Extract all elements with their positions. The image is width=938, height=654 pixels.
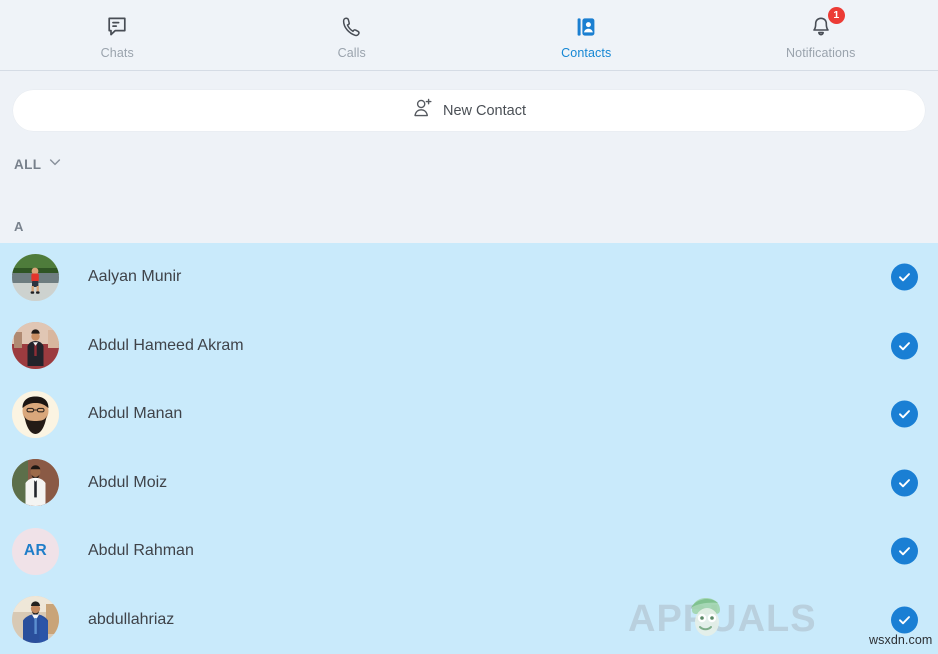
avatar: AR	[12, 527, 59, 575]
contact-row[interactable]: Abdul Moiz	[0, 449, 938, 518]
contact-row[interactable]: Abdul Hameed Akram	[0, 312, 938, 381]
chat-bubble-icon	[105, 14, 129, 40]
contact-select-check[interactable]	[891, 606, 918, 634]
contact-row[interactable]: AR Abdul Rahman	[0, 517, 938, 586]
contact-name: Abdul Manan	[88, 405, 183, 423]
new-contact-button[interactable]: New Contact	[13, 90, 925, 131]
bell-icon: 1	[809, 7, 845, 40]
new-contact-label: New Contact	[442, 102, 526, 119]
nav-tab-chats-label: Chats	[100, 46, 134, 60]
notifications-badge: 1	[827, 7, 845, 24]
contact-select-check[interactable]	[891, 537, 918, 565]
wsxdn-watermark: wsxdn.com	[869, 633, 933, 647]
avatar	[12, 322, 59, 370]
contact-book-icon	[574, 14, 598, 40]
contact-name: Abdul Hameed Akram	[88, 336, 244, 354]
contact-list[interactable]: Aalyan Munir Abdul Hameed Akram Abdul Ma…	[0, 243, 938, 654]
contact-select-check[interactable]	[891, 263, 918, 291]
contact-row[interactable]: abdullahriaz	[0, 586, 938, 654]
section-header-letter: A	[14, 219, 24, 234]
nav-tab-contacts-label: Contacts	[561, 46, 612, 60]
contact-row[interactable]: Abdul Manan	[0, 380, 938, 449]
contacts-app: Chats Calls Contacts 1 Notifications New…	[0, 0, 938, 654]
top-navigation-bar: Chats Calls Contacts 1 Notifications	[0, 0, 938, 71]
chevron-down-icon	[48, 155, 62, 174]
person-plus-icon	[412, 97, 434, 124]
contact-name: Aalyan Munir	[88, 268, 182, 286]
nav-tab-notifications[interactable]: 1 Notifications	[704, 0, 938, 70]
contact-select-check[interactable]	[891, 469, 918, 497]
all-filter-label: ALL	[14, 157, 42, 172]
all-filter-dropdown[interactable]: ALL	[14, 155, 62, 174]
nav-tab-contacts[interactable]: Contacts	[469, 0, 704, 70]
contact-select-check[interactable]	[891, 400, 918, 428]
nav-tab-calls-label: Calls	[337, 46, 366, 60]
contact-name: Abdul Moiz	[88, 473, 168, 491]
phone-handset-icon	[340, 14, 364, 40]
avatar	[12, 596, 59, 644]
nav-tab-calls[interactable]: Calls	[235, 0, 470, 70]
contact-row[interactable]: Aalyan Munir	[0, 243, 938, 312]
avatar	[12, 390, 59, 438]
contact-name: Abdul Rahman	[88, 542, 194, 560]
new-contact-container: New Contact	[13, 90, 925, 131]
avatar	[12, 459, 59, 507]
contact-name: abdullahriaz	[88, 610, 175, 628]
avatar-initials: AR	[23, 542, 48, 560]
contact-select-check[interactable]	[891, 332, 918, 360]
nav-tab-notifications-label: Notifications	[786, 46, 856, 60]
avatar	[12, 253, 59, 301]
nav-tab-chats[interactable]: Chats	[0, 0, 235, 70]
